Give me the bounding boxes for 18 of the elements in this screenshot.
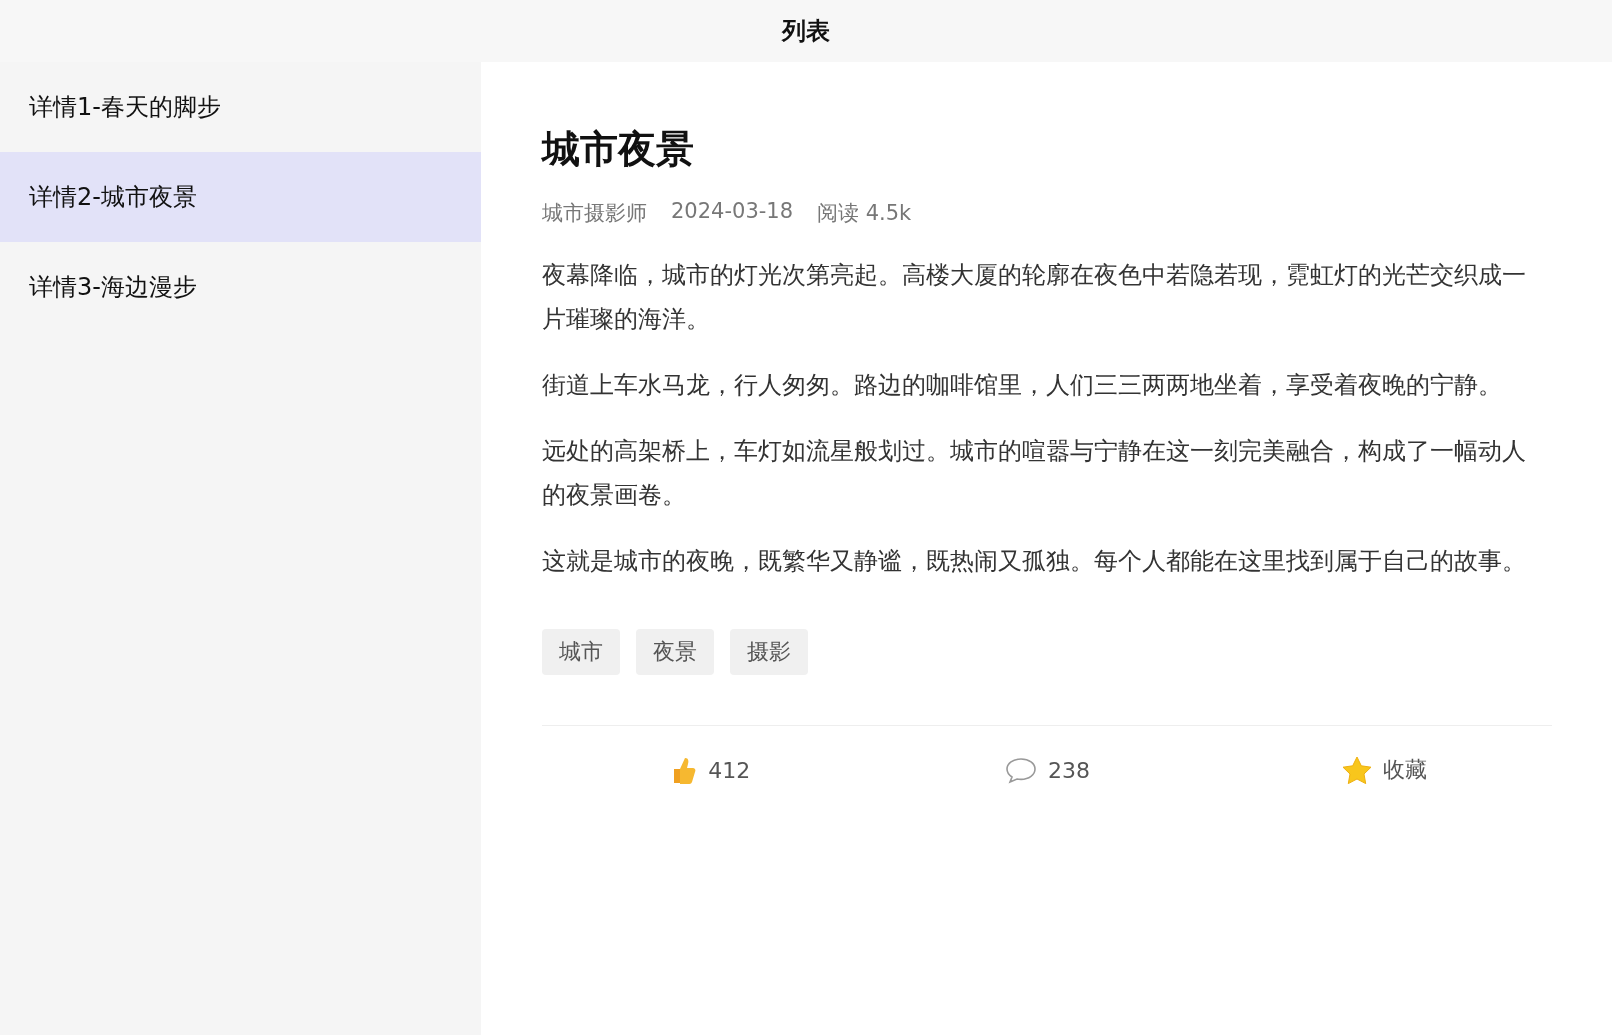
tag: 夜景 [636, 629, 714, 675]
sidebar-item[interactable]: 详情2-城市夜景 [0, 152, 481, 242]
like-button[interactable]: 412 [542, 726, 879, 814]
page-title: 列表 [782, 16, 830, 47]
article-paragraph: 这就是城市的夜晚，既繁华又静谧，既热闹又孤独。每个人都能在这里找到属于自己的故事。 [542, 546, 1527, 577]
article-meta: 城市摄影师 [542, 200, 647, 227]
article-title: 城市夜景 [542, 126, 695, 173]
comment-button[interactable]: 238 [878, 726, 1216, 814]
article-paragraph: 夜幕降临，城市的灯光次第亮起。高楼大厦的轮廓在夜色中若隐若现，霓虹灯的光芒交织成一片璀璨的海洋。 [542, 260, 1527, 335]
article-meta: 2024-03-18 [671, 199, 794, 225]
speech-bubble-icon [1004, 756, 1038, 784]
tag: 摄影 [730, 629, 808, 675]
article-paragraph: 街道上车水马龙，行人匆匆。路边的咖啡馆里，人们三三两两地坐着，享受着夜晚的宁静。 [542, 370, 1503, 401]
article-paragraph: 远处的高架桥上，车灯如流星般划过。城市的喧嚣与宁静在这一刻完美融合，构成了一幅动人的夜景画卷。 [542, 436, 1527, 511]
favorite-button[interactable]: 收藏 [1215, 726, 1552, 814]
tag: 城市 [542, 629, 620, 675]
article-meta: 阅读 4.5k [817, 200, 912, 227]
star-icon [1340, 755, 1373, 785]
